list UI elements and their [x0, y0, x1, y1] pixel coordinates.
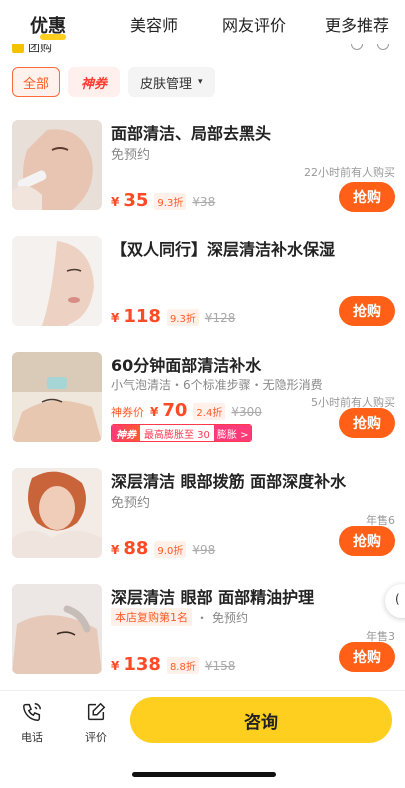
- tab-more-recommend[interactable]: 更多推荐: [325, 12, 389, 36]
- phone-button[interactable]: 电话: [12, 701, 52, 745]
- deal-discount: 2.4折: [193, 403, 226, 420]
- review-label: 评价: [85, 731, 107, 744]
- deal-tagline: 本店复购第1名 ・ 免预约: [111, 608, 248, 626]
- deal-price-row: ¥ 118 9.3折 ¥128: [111, 306, 235, 327]
- deal-discount: 9.0折: [154, 541, 187, 558]
- currency-symbol: ¥: [111, 311, 120, 325]
- deal-price: 118: [123, 306, 161, 327]
- currency-symbol: ¥: [111, 195, 120, 209]
- currency-symbol: ¥: [111, 543, 120, 557]
- deal-thumbnail: [12, 236, 102, 326]
- deal-price-row: 神券价 ¥ 70 2.4折 ¥300: [111, 400, 262, 421]
- deal-title: 深层清洁 眼部拨筋 面部深度补水: [111, 472, 347, 491]
- consult-button[interactable]: 咨询: [130, 697, 392, 743]
- phone-label: 电话: [21, 731, 43, 744]
- buy-button[interactable]: 抢购: [339, 182, 395, 212]
- floating-side-button[interactable]: (: [385, 584, 405, 618]
- buy-button[interactable]: 抢购: [339, 642, 395, 672]
- deal-price: 35: [123, 190, 149, 211]
- side-arrow-icon: (: [395, 592, 400, 606]
- deal-subtitle: 免预约: [111, 496, 151, 511]
- promo-badge[interactable]: 神券 最高膨胀至 30 膨胀 >: [111, 424, 253, 442]
- deal-title: 【双人同行】深层清洁补水保湿: [111, 240, 336, 259]
- home-indicator: [132, 772, 276, 777]
- deal-subtitle: 免预约: [212, 610, 249, 625]
- deal-price-row: ¥ 35 9.3折 ¥38: [111, 190, 215, 211]
- filter-shenquan[interactable]: 神券: [68, 67, 121, 97]
- info-icon: [377, 44, 389, 50]
- deal-sales-meta: 22小时前有人购买: [304, 166, 395, 179]
- filter-category-label: 皮肤管理: [140, 76, 193, 92]
- deal-price-row: ¥ 138 8.8折 ¥158: [111, 654, 235, 675]
- filter-bar: 全部 神券 皮肤管理 ▾: [12, 67, 215, 97]
- shenquan-badge: 神券: [112, 425, 140, 441]
- deal-discount: 8.8折: [166, 657, 199, 674]
- tab-active-indicator: [40, 34, 66, 40]
- deal-original-price: ¥98: [192, 543, 216, 557]
- deal-thumbnail: [12, 468, 102, 558]
- buy-button[interactable]: 抢购: [339, 526, 395, 556]
- deal-original-price: ¥38: [192, 195, 216, 209]
- group-buy-label: 团购: [28, 44, 53, 54]
- repurchase-rank-badge: 本店复购第1名: [111, 608, 192, 626]
- expand-link[interactable]: 膨胀 >: [213, 425, 252, 441]
- deal-subtitle: 小气泡清洁・6个标准步骤・无隐形消费: [111, 378, 323, 392]
- review-button[interactable]: 评价: [76, 701, 116, 745]
- deal-price: 70: [162, 400, 188, 421]
- tab-beauticians[interactable]: 美容师: [130, 12, 178, 36]
- buy-button[interactable]: 抢购: [339, 296, 395, 326]
- currency-symbol: ¥: [111, 659, 120, 673]
- deal-thumbnail: [12, 120, 102, 210]
- buy-button[interactable]: 抢购: [339, 408, 395, 438]
- top-tab-bar: 优惠 美容师 网友评价 更多推荐: [0, 0, 405, 44]
- deal-discount: 9.3折: [154, 193, 187, 210]
- promo-text: 最高膨胀至 30: [144, 429, 210, 441]
- deal-price-prefix: 神券价: [111, 406, 144, 419]
- deal-original-price: ¥300: [231, 405, 262, 419]
- deal-thumbnail: [12, 352, 102, 442]
- deal-original-price: ¥158: [204, 659, 236, 673]
- deal-price: 88: [123, 538, 149, 559]
- filter-category-dropdown[interactable]: 皮肤管理 ▾: [128, 67, 215, 97]
- deal-thumbnail: [12, 584, 102, 674]
- bottom-action-bar: 电话 评价 咨询: [0, 690, 405, 750]
- deal-price-row: ¥ 88 9.0折 ¥98: [111, 538, 215, 559]
- deal-title: 深层清洁 眼部 面部精油护理: [111, 588, 315, 607]
- group-buy-icon: [12, 44, 24, 53]
- group-buy-header: 团购: [0, 44, 405, 58]
- deal-title: 60分钟面部清洁补水: [111, 356, 262, 375]
- filter-all[interactable]: 全部: [12, 67, 61, 97]
- phone-icon: [21, 701, 43, 726]
- chevron-down-icon: ▾: [198, 77, 203, 87]
- info-icon: [351, 44, 363, 50]
- deal-original-price: ¥128: [204, 311, 236, 325]
- currency-symbol: ¥: [150, 405, 159, 419]
- edit-square-icon: [85, 701, 107, 726]
- tab-reviews[interactable]: 网友评价: [222, 12, 286, 36]
- deal-title: 面部清洁、局部去黑头: [111, 124, 272, 143]
- deal-price: 138: [123, 654, 161, 675]
- deal-subtitle: 免预约: [111, 148, 151, 163]
- deal-discount: 9.3折: [166, 309, 199, 326]
